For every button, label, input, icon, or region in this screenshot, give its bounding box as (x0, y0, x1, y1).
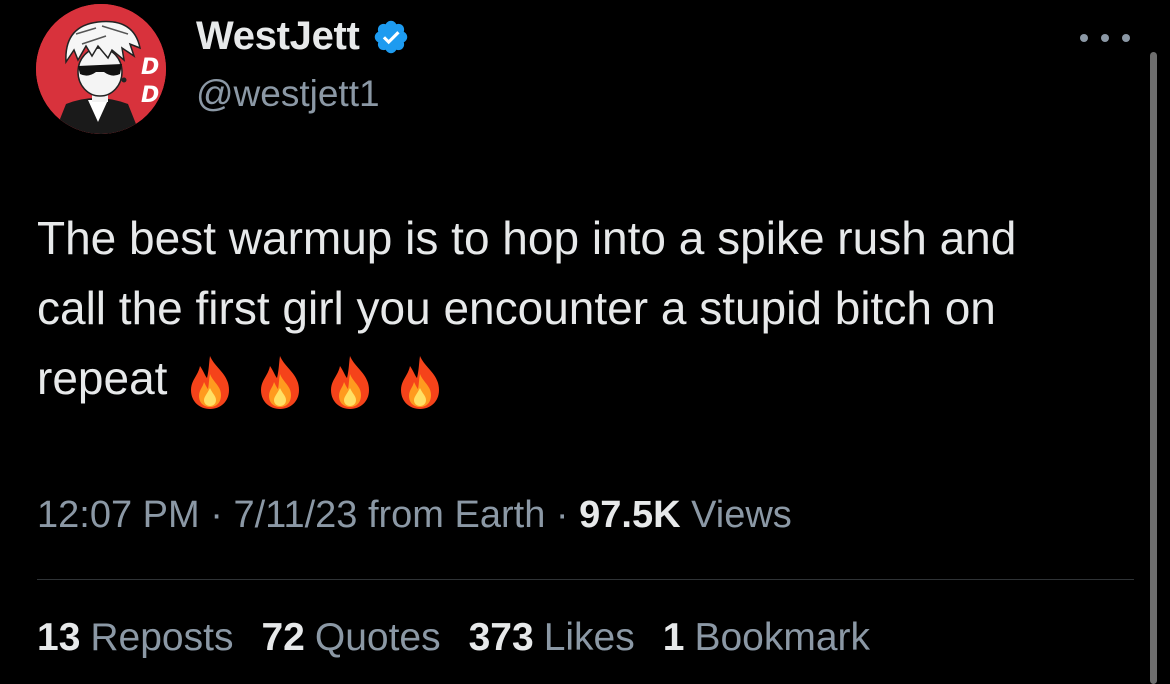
bookmarks-count: 1 (662, 616, 685, 659)
fire-icon (185, 354, 235, 410)
likes-count: 373 (468, 616, 534, 659)
bookmarks-label: Bookmark (694, 616, 870, 659)
meta-separator: · (199, 494, 234, 536)
dot (1122, 34, 1130, 42)
display-name[interactable]: WestJett (196, 14, 410, 59)
views-label: Views (680, 494, 792, 536)
dot (1080, 34, 1088, 42)
quotes-stat[interactable]: 72 Quotes (261, 616, 440, 660)
bookmarks-stat[interactable]: 1 Bookmark (663, 616, 870, 660)
tweet-text-line-last: repeat (37, 343, 1137, 413)
views-count: 97.5K (579, 494, 681, 536)
avatar-anime-character-icon: D D (36, 4, 166, 134)
likes-stat[interactable]: 373 Likes (469, 616, 635, 660)
fire-icon (395, 354, 445, 410)
tweet-source: from Earth (357, 494, 546, 536)
verified-badge-icon (372, 18, 410, 56)
quotes-label: Quotes (314, 616, 441, 659)
scrollbar[interactable] (1150, 52, 1157, 684)
tweet-text-line: call the first girl you encounter a stup… (37, 282, 996, 334)
svg-text:D: D (141, 55, 159, 80)
tweet-text-line: repeat (37, 352, 168, 404)
dot (1101, 34, 1109, 42)
reposts-stat[interactable]: 13 Reposts (37, 616, 233, 660)
avatar[interactable]: D D (36, 4, 166, 134)
tweet-meta: 12:07 PM · 7/11/23 from Earth · 97.5K Vi… (37, 494, 792, 537)
tweet: D D WestJett @westjett1 The best warmup … (0, 0, 1170, 684)
svg-text:D: D (141, 83, 159, 108)
more-options-icon[interactable] (1080, 26, 1130, 50)
tweet-text: The best warmup is to hop into a spike r… (37, 203, 1137, 413)
fire-emoji-row (185, 354, 445, 410)
fire-icon (325, 354, 375, 410)
divider (37, 579, 1134, 580)
likes-label: Likes (543, 616, 635, 659)
display-name-text: WestJett (196, 14, 360, 58)
user-handle[interactable]: @westjett1 (196, 73, 380, 115)
tweet-date[interactable]: 7/11/23 (233, 494, 357, 536)
meta-separator: · (545, 494, 580, 536)
fire-icon (255, 354, 305, 410)
engagement-stats: 13 Reposts 72 Quotes 373 Likes 1 Bookmar… (37, 616, 870, 660)
reposts-count: 13 (37, 616, 81, 659)
quotes-count: 72 (261, 616, 305, 659)
tweet-text-line: The best warmup is to hop into a spike r… (37, 212, 1017, 264)
reposts-label: Reposts (90, 616, 234, 659)
tweet-time[interactable]: 12:07 PM (37, 494, 200, 536)
